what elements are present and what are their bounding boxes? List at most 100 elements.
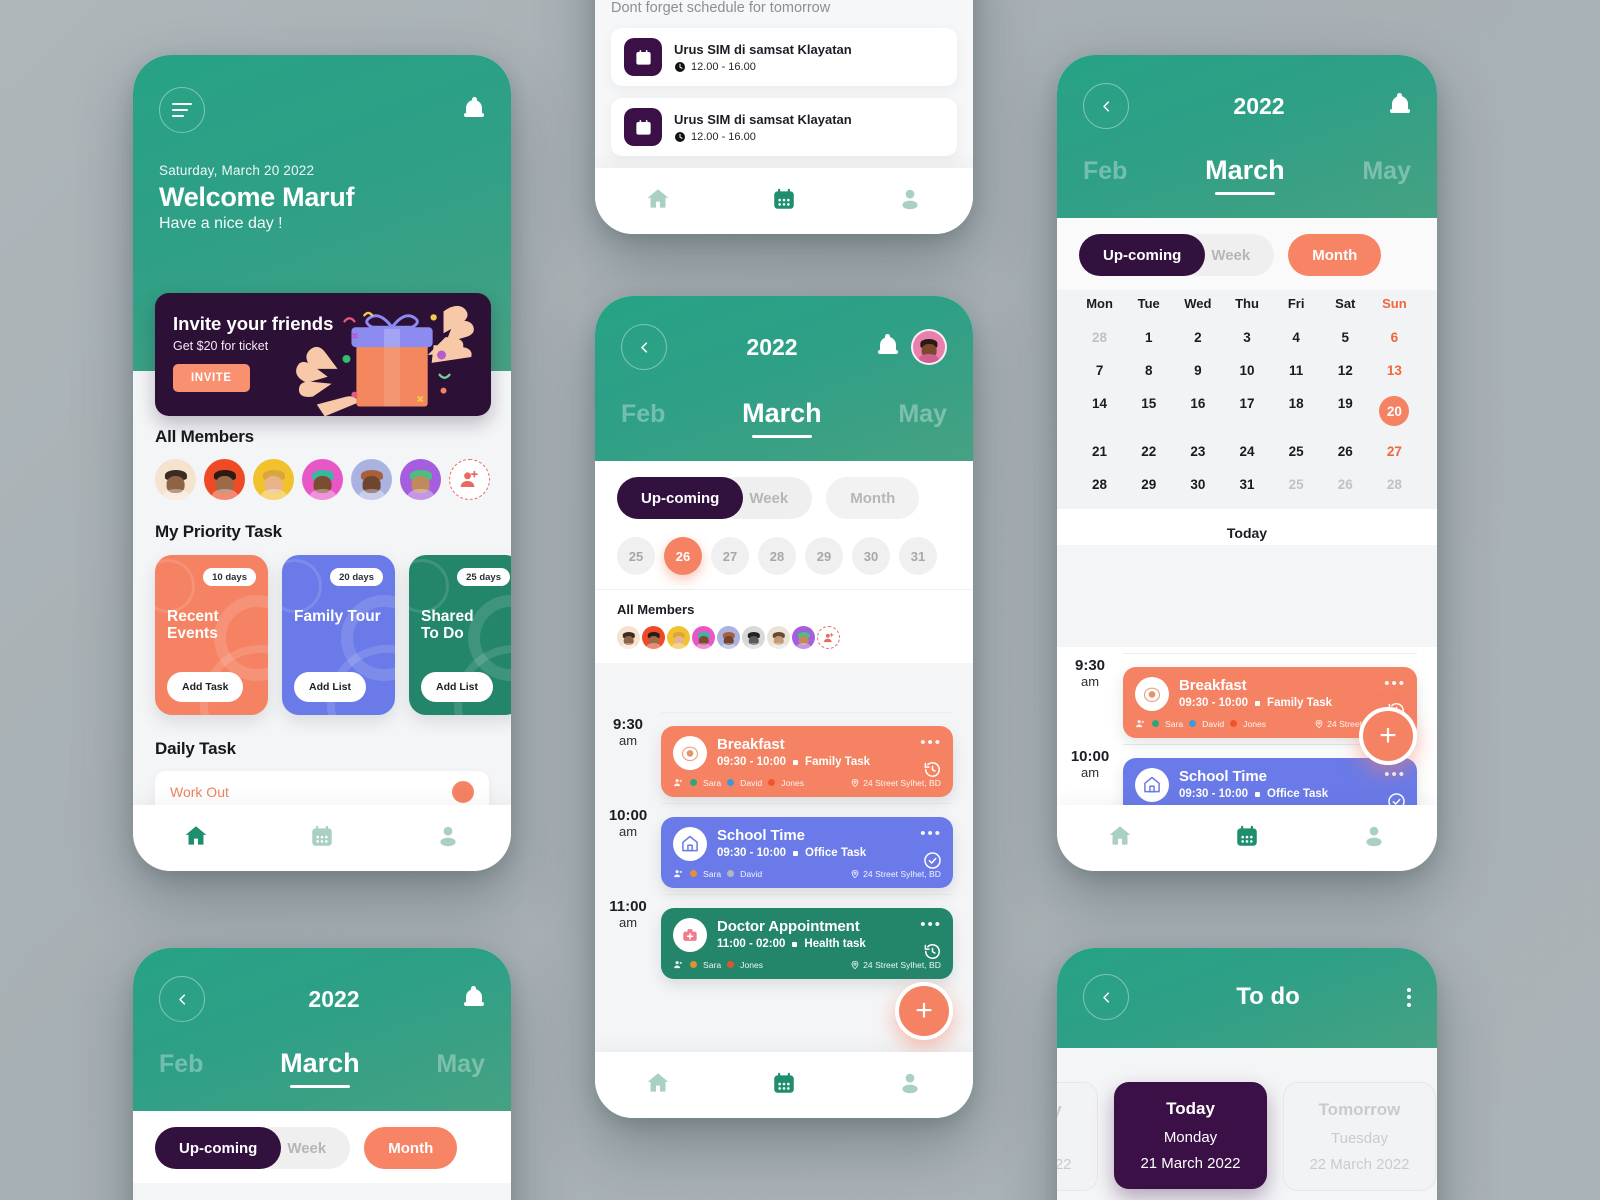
calendar-day-cell[interactable]: 25 bbox=[1272, 435, 1321, 468]
back-button[interactable] bbox=[621, 324, 667, 370]
task-toggle-icon[interactable] bbox=[452, 781, 474, 803]
avatar[interactable] bbox=[667, 626, 690, 649]
back-button[interactable] bbox=[1083, 974, 1129, 1020]
calendar-day-cell[interactable]: 2 bbox=[1173, 321, 1222, 354]
calendar-day-cell[interactable]: 27 bbox=[1370, 435, 1419, 468]
event-more-icon[interactable]: ••• bbox=[920, 826, 942, 841]
invite-button[interactable]: INVITE bbox=[173, 364, 250, 392]
avatar[interactable] bbox=[155, 459, 196, 500]
tab-upcoming[interactable]: Up-coming bbox=[617, 477, 744, 519]
day-chip[interactable]: 31 bbox=[899, 537, 937, 575]
avatar[interactable] bbox=[792, 626, 815, 649]
notification-bell-icon[interactable] bbox=[463, 97, 485, 122]
nav-home-button[interactable] bbox=[1107, 823, 1133, 854]
todo-day-card[interactable]: Today Monday 21 March 2022 bbox=[1114, 1082, 1267, 1189]
back-button[interactable] bbox=[159, 976, 205, 1022]
nav-home-button[interactable] bbox=[183, 823, 209, 854]
tab-month[interactable]: Month bbox=[364, 1127, 458, 1169]
day-chip[interactable]: 27 bbox=[711, 537, 749, 575]
nav-calendar-button[interactable] bbox=[771, 186, 797, 217]
month-next[interactable]: May bbox=[1362, 157, 1411, 186]
priority-task-card[interactable]: 20 days Family Tour Add List bbox=[282, 555, 395, 715]
nav-profile-button[interactable] bbox=[897, 186, 923, 217]
event-card[interactable]: •••School Time09:30 - 10:00Office TaskSa… bbox=[1123, 758, 1417, 805]
calendar-day-cell[interactable]: 28 bbox=[1075, 468, 1124, 501]
tab-upcoming[interactable]: Up-coming bbox=[1079, 234, 1206, 276]
calendar-day-cell[interactable]: 6 bbox=[1370, 321, 1419, 354]
calendar-day-cell[interactable]: 5 bbox=[1321, 321, 1370, 354]
todo-day-card[interactable]: Yesterday Sunday 20 March 2022 bbox=[1057, 1082, 1098, 1191]
nav-profile-button[interactable] bbox=[897, 1070, 923, 1101]
todo-day-card[interactable]: Tomorrow Tuesday 22 March 2022 bbox=[1283, 1082, 1436, 1191]
avatar[interactable] bbox=[253, 459, 294, 500]
avatar[interactable] bbox=[204, 459, 245, 500]
event-more-icon[interactable]: ••• bbox=[1384, 676, 1406, 691]
add-person-icon[interactable] bbox=[817, 626, 840, 649]
day-chip[interactable]: 26 bbox=[664, 537, 702, 575]
avatar[interactable] bbox=[302, 459, 343, 500]
month-next[interactable]: May bbox=[436, 1050, 485, 1079]
priority-task-action-button[interactable]: Add Task bbox=[167, 672, 244, 702]
back-button[interactable] bbox=[1083, 83, 1129, 129]
nav-calendar-button[interactable] bbox=[1234, 823, 1260, 854]
calendar-day-cell[interactable]: 28 bbox=[1370, 468, 1419, 501]
nav-home-button[interactable] bbox=[645, 1070, 671, 1101]
notification-bell-icon[interactable] bbox=[1389, 93, 1411, 118]
calendar-day-cell[interactable]: 4 bbox=[1272, 321, 1321, 354]
kebab-menu-icon[interactable] bbox=[1407, 987, 1411, 1007]
calendar-day-cell[interactable]: 20 bbox=[1370, 387, 1419, 435]
add-person-icon[interactable] bbox=[449, 459, 490, 500]
month-prev[interactable]: Feb bbox=[1083, 157, 1127, 186]
avatar[interactable] bbox=[717, 626, 740, 649]
calendar-day-cell[interactable]: 16 bbox=[1173, 387, 1222, 435]
priority-task-card[interactable]: 25 days Shared To Do Add List bbox=[409, 555, 511, 715]
calendar-day-cell[interactable]: 19 bbox=[1321, 387, 1370, 435]
avatar[interactable] bbox=[642, 626, 665, 649]
calendar-day-cell[interactable]: 15 bbox=[1124, 387, 1173, 435]
menu-button[interactable] bbox=[159, 87, 205, 133]
priority-task-card[interactable]: 10 days Recent Events Add Task bbox=[155, 555, 268, 715]
calendar-day-cell[interactable]: 10 bbox=[1222, 354, 1271, 387]
avatar[interactable] bbox=[692, 626, 715, 649]
calendar-day-cell[interactable]: 29 bbox=[1124, 468, 1173, 501]
tab-month[interactable]: Month bbox=[1288, 234, 1382, 276]
add-event-fab[interactable]: + bbox=[895, 982, 953, 1040]
calendar-day-cell[interactable]: 31 bbox=[1222, 468, 1271, 501]
avatar[interactable] bbox=[351, 459, 392, 500]
invite-banner[interactable]: Invite your friends Get $20 for ticket I… bbox=[155, 293, 491, 416]
calendar-day-cell[interactable]: 18 bbox=[1272, 387, 1321, 435]
event-card[interactable]: •••School Time09:30 - 10:00Office TaskSa… bbox=[661, 817, 953, 888]
calendar-day-cell[interactable]: 13 bbox=[1370, 354, 1419, 387]
calendar-day-cell[interactable]: 23 bbox=[1173, 435, 1222, 468]
avatar[interactable] bbox=[617, 626, 640, 649]
calendar-day-cell[interactable]: 24 bbox=[1222, 435, 1271, 468]
event-card[interactable]: ••• Doctor Appointment 11:00 - 02:00 Health… bbox=[661, 908, 953, 979]
day-chip[interactable]: 28 bbox=[758, 537, 796, 575]
calendar-day-cell[interactable]: 28 bbox=[1075, 321, 1124, 354]
avatar[interactable] bbox=[910, 329, 947, 365]
calendar-day-cell[interactable]: 1 bbox=[1124, 321, 1173, 354]
nav-home-button[interactable] bbox=[645, 186, 671, 217]
event-action-icon[interactable] bbox=[1387, 792, 1406, 805]
avatar[interactable] bbox=[767, 626, 790, 649]
calendar-day-cell[interactable]: 7 bbox=[1075, 354, 1124, 387]
calendar-day-cell[interactable]: 25 bbox=[1272, 468, 1321, 501]
day-chip[interactable]: 25 bbox=[617, 537, 655, 575]
calendar-day-cell[interactable]: 21 bbox=[1075, 435, 1124, 468]
month-next[interactable]: May bbox=[898, 400, 947, 429]
calendar-day-cell[interactable]: 12 bbox=[1321, 354, 1370, 387]
priority-task-action-button[interactable]: Add List bbox=[421, 672, 493, 702]
tab-month[interactable]: Month bbox=[826, 477, 920, 519]
tab-upcoming[interactable]: Up-coming bbox=[155, 1127, 282, 1169]
calendar-day-cell[interactable]: 17 bbox=[1222, 387, 1271, 435]
event-more-icon[interactable]: ••• bbox=[920, 917, 942, 932]
nav-profile-button[interactable] bbox=[435, 823, 461, 854]
calendar-day-cell[interactable]: 9 bbox=[1173, 354, 1222, 387]
month-prev[interactable]: Feb bbox=[159, 1050, 203, 1079]
day-chip[interactable]: 29 bbox=[805, 537, 843, 575]
calendar-day-cell[interactable]: 3 bbox=[1222, 321, 1271, 354]
calendar-day-cell[interactable]: 26 bbox=[1321, 468, 1370, 501]
nav-calendar-button[interactable] bbox=[771, 1070, 797, 1101]
notification-bell-icon[interactable] bbox=[463, 986, 485, 1011]
notification-row[interactable]: Urus SIM di samsat Klayatan 12.00 - 16.00 bbox=[611, 28, 957, 86]
